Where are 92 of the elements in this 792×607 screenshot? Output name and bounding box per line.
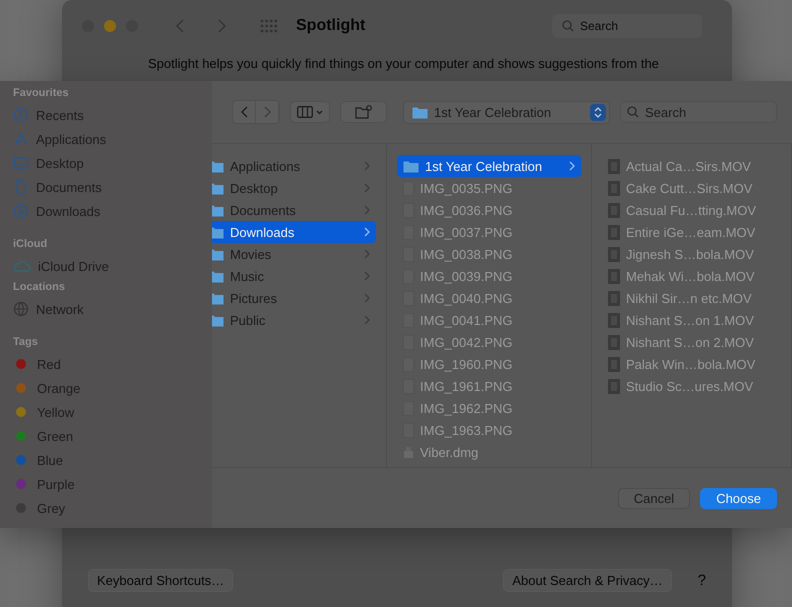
back-icon[interactable]	[176, 19, 184, 33]
folder-row[interactable]: Pictures	[212, 287, 376, 309]
view-mode-button[interactable]	[290, 101, 330, 123]
sidebar-heading: Locations	[13, 280, 66, 295]
back-button[interactable]	[233, 101, 256, 123]
folder-icon	[412, 106, 428, 118]
video-thumbnail-icon	[608, 202, 620, 218]
file-row: Nishant S…on 2.MOV	[602, 331, 781, 353]
file-row: IMG_1961.PNG	[397, 375, 581, 397]
folder-row[interactable]: Downloads	[212, 221, 376, 243]
folder-row[interactable]: Public	[212, 309, 376, 331]
chevron-icon	[364, 183, 370, 193]
new-folder-icon	[354, 105, 372, 119]
file-row: IMG_0037.PNG	[397, 221, 581, 243]
search-icon	[562, 20, 574, 32]
file-row: Cake Cutt…Sirs.MOV	[602, 177, 781, 199]
columns-icon	[297, 106, 313, 118]
cloud-icon	[13, 259, 31, 273]
file-row: IMG_0038.PNG	[397, 243, 581, 265]
window-title: Spotlight	[296, 17, 366, 35]
stepper-icon	[594, 106, 602, 118]
file-row: IMG_0035.PNG	[397, 177, 581, 199]
file-row: IMG_0036.PNG	[397, 199, 581, 221]
globe-icon	[13, 301, 29, 317]
folder-row[interactable]: Movies	[212, 243, 376, 265]
choose-button[interactable]: Choose	[700, 488, 777, 508]
file-row: Nikhil Sir…n etc.MOV	[602, 287, 781, 309]
sidebar-heading: iCloud	[13, 237, 48, 252]
grid-icon[interactable]	[260, 19, 278, 33]
file-row: Studio Sc…ures.MOV	[602, 375, 781, 397]
help-button[interactable]: ?	[698, 572, 706, 589]
description-text: Spotlight helps you quickly find things on your computer and shows suggestions from the	[148, 56, 660, 71]
chevron-icon	[364, 161, 370, 171]
forward-icon	[264, 106, 270, 118]
file-row: IMG_1960.PNG	[397, 353, 581, 375]
search-icon	[627, 106, 639, 118]
video-thumbnail-icon	[608, 356, 620, 372]
file-row: IMG_0041.PNG	[397, 309, 581, 331]
chevron-icon	[364, 227, 370, 237]
video-thumbnail-icon	[608, 224, 620, 240]
video-thumbnail-icon	[608, 290, 620, 306]
video-thumbnail-icon	[608, 378, 620, 394]
forward-button[interactable]	[256, 101, 279, 123]
sidebar-heading: Tags	[13, 335, 39, 350]
chevron-icon	[364, 205, 370, 215]
download-icon	[13, 203, 29, 219]
search-field[interactable]: Search	[552, 14, 702, 38]
chevron-icon	[569, 161, 575, 171]
file-row: Jignesh S…bola.MOV	[602, 243, 781, 265]
file-row: IMG_1962.PNG	[397, 397, 581, 419]
video-thumbnail-icon	[608, 180, 620, 196]
folder-row[interactable]: Documents	[212, 199, 376, 221]
search-field[interactable]: Search	[620, 101, 777, 123]
chevron-icon	[364, 315, 370, 325]
folder-row[interactable]: 1st Year Celebration	[397, 155, 581, 177]
minimize-button[interactable]	[104, 20, 116, 32]
file-row: IMG_0040.PNG	[397, 287, 581, 309]
chevron-icon	[364, 293, 370, 303]
folder-row[interactable]: Applications	[212, 155, 376, 177]
new-folder-button[interactable]	[340, 101, 387, 123]
video-thumbnail-icon	[608, 334, 620, 350]
clock-icon	[13, 107, 29, 123]
cancel-button[interactable]: Cancel	[618, 488, 690, 508]
file-row: IMG_0042.PNG	[397, 331, 581, 353]
folder-row[interactable]: Music	[212, 265, 376, 287]
video-thumbnail-icon	[608, 312, 620, 328]
file-row: IMG_0039.PNG	[397, 265, 581, 287]
video-thumbnail-icon	[608, 268, 620, 284]
search-placeholder: Search	[580, 19, 618, 33]
location-popup[interactable]: 1st Year Celebration	[403, 100, 610, 124]
sidebar-heading: Favourites	[13, 86, 70, 101]
keyboard-shortcuts-button[interactable]: Keyboard Shortcuts…	[88, 569, 234, 592]
back-icon	[240, 106, 248, 118]
caret-icon	[316, 110, 323, 114]
file-row: Viber.dmg	[397, 441, 581, 463]
file-row: Palak Win…bola.MOV	[602, 353, 781, 375]
desktop-icon	[13, 155, 29, 171]
chevron-icon	[364, 249, 370, 259]
file-row: Actual Ca…Sirs.MOV	[602, 155, 781, 177]
app-store-icon	[13, 131, 29, 147]
file-row: Nishant S…on 1.MOV	[602, 309, 781, 331]
video-thumbnail-icon	[608, 158, 620, 174]
video-thumbnail-icon	[608, 246, 620, 262]
chevron-icon	[364, 271, 370, 281]
file-row: Entire iGe…eam.MOV	[602, 221, 781, 243]
file-row: Mehak Wi…bola.MOV	[602, 265, 781, 287]
folder-row[interactable]: Desktop	[212, 177, 376, 199]
file-row: Casual Fu…tting.MOV	[602, 199, 781, 221]
file-row: IMG_1963.PNG	[397, 419, 581, 441]
folder-icon	[403, 160, 419, 172]
forward-icon[interactable]	[218, 19, 226, 33]
about-privacy-button[interactable]: About Search & Privacy…	[503, 569, 672, 592]
